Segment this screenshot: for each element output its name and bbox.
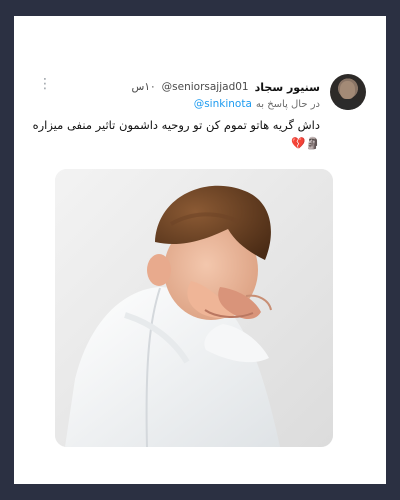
more-vertical-icon[interactable]: ⋮ (38, 75, 52, 93)
reply-context: در حال پاسخ به @sinkinota (194, 96, 320, 112)
avatar-face (340, 81, 355, 99)
avatar-shoulders (333, 99, 363, 110)
author-handle[interactable]: @seniorsajjad01 (162, 81, 249, 93)
reply-handle-link[interactable]: @sinkinota (194, 98, 252, 110)
author-display-name[interactable]: سنیور سجاد (255, 81, 320, 94)
tweet-text: داش گریه هاتو تموم کن تو روحیه داشمون تا… (32, 118, 320, 150)
avatar[interactable] (330, 74, 366, 110)
reply-prefix: در حال پاسخ به (255, 98, 320, 110)
tweet-card: سنیور سجاد @seniorsajjad01 ۱۰س ⋮ در حال … (14, 16, 386, 484)
tweet-time: ۱۰س (131, 81, 156, 93)
tweet-media-image[interactable] (55, 169, 333, 447)
author-row: سنیور سجاد @seniorsajjad01 ۱۰س (132, 78, 320, 96)
